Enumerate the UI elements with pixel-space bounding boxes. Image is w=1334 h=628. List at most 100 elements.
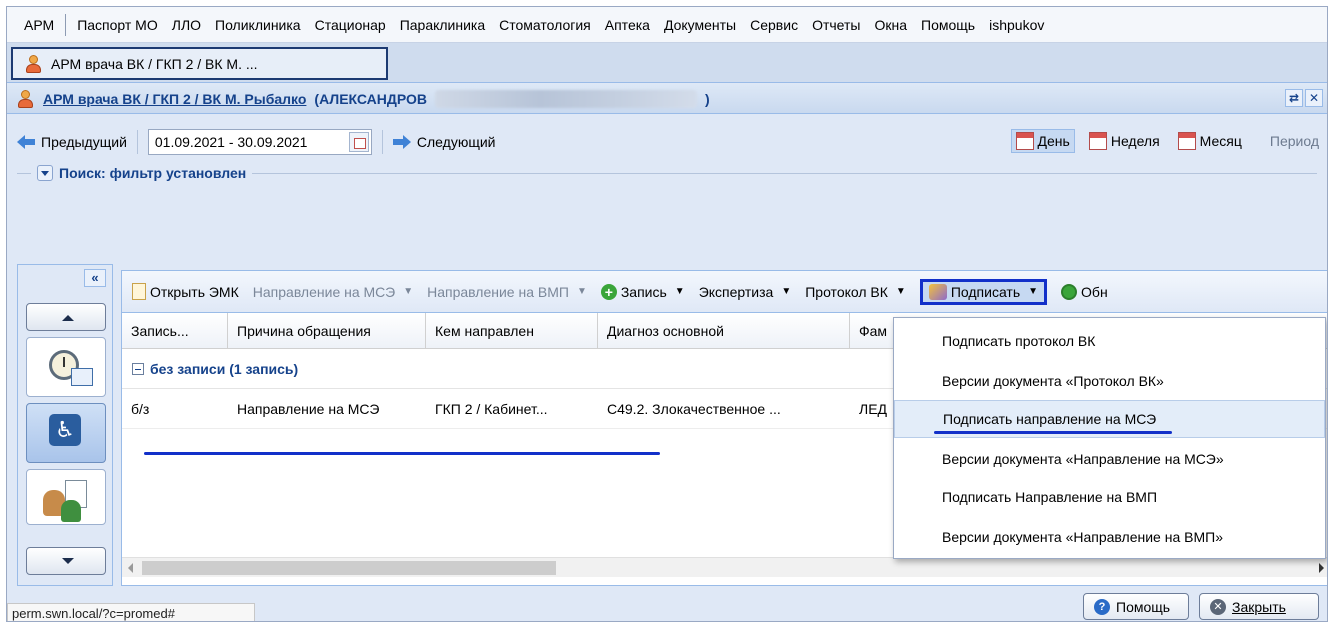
scrollbar-thumb[interactable] (142, 561, 556, 575)
patients-app-button[interactable] (26, 469, 106, 525)
scroll-right-icon[interactable] (1319, 563, 1324, 573)
divider (252, 172, 1317, 174)
next-button[interactable]: Следующий (417, 134, 496, 150)
close-button[interactable]: ✕ Закрыть (1199, 593, 1319, 620)
menu-item-protocol-versions[interactable]: Версии документа «Протокол ВК» (894, 362, 1325, 400)
tab-arm-vk[interactable]: АРМ врача ВК / ГКП 2 / ВК М. ... (11, 47, 388, 80)
chevron-down-icon: ▼ (781, 286, 792, 297)
expertise-button[interactable]: Экспертиза ▼ (699, 284, 792, 300)
menu-item-vmp-versions[interactable]: Версии документа «Направление на ВМП» (894, 518, 1325, 556)
horizontal-scrollbar[interactable] (122, 557, 1327, 577)
previous-button[interactable]: Предыдущий (41, 134, 127, 150)
workplace-link[interactable]: АРМ врача ВК / ГКП 2 / ВК М. Рыбалко (43, 91, 306, 107)
mse-referral-label: Направление на МСЭ (252, 283, 396, 300)
patient-name-suffix: ) (705, 90, 710, 107)
open-emk-label: Открыть ЭМК (150, 283, 239, 300)
expertise-label: Экспертиза (698, 283, 774, 300)
menu-item-user[interactable]: ishpukov (982, 17, 1051, 33)
day-label: День (1037, 133, 1070, 149)
refresh-icon (1061, 283, 1078, 300)
menu-item-pharmacy[interactable]: Аптека (598, 17, 657, 33)
vmp-referral-label: Направление на ВМП (427, 283, 569, 300)
app-window: АРМ Паспорт МО ЛЛО Поликлиника Стационар… (6, 6, 1328, 622)
menu-item-polyclinic[interactable]: Поликлиника (208, 17, 308, 33)
close-label: Закрыть (1232, 598, 1286, 615)
scroll-left-icon[interactable] (128, 563, 133, 573)
refresh-panel-icon[interactable]: ⇄ (1285, 89, 1303, 107)
toolbar-separator (136, 130, 138, 154)
sign-dropdown-menu: Подписать протокол ВК Версии документа «… (893, 317, 1326, 559)
collapse-panel-button[interactable]: « (84, 269, 106, 287)
search-filter-row: Поиск: фильтр установлен (17, 165, 1317, 181)
chevron-down-icon: ▼ (895, 286, 906, 297)
menu-item-paraclinic[interactable]: Параклиника (393, 17, 492, 33)
disability-app-button[interactable]: ♿ (26, 403, 106, 463)
column-header-referred-by[interactable]: Кем направлен (426, 313, 598, 348)
menu-item-dentistry[interactable]: Стоматология (492, 17, 598, 33)
schedule-app-button[interactable] (26, 337, 106, 397)
week-button[interactable]: Неделя (1085, 130, 1164, 152)
scroll-down-button[interactable] (26, 547, 106, 575)
menu-item-reports[interactable]: Отчеты (805, 17, 867, 33)
mse-referral-button[interactable]: Направление на МСЭ ▼ (253, 284, 413, 300)
cell-diagnosis: C49.2. Злокачественное ... (607, 400, 781, 417)
protocol-button[interactable]: Протокол ВК ▼ (805, 284, 906, 300)
search-filter-label[interactable]: Поиск: фильтр установлен (59, 165, 246, 181)
menu-item-llo[interactable]: ЛЛО (165, 17, 208, 33)
document-icon (132, 283, 146, 300)
refresh-label: Обн (1081, 283, 1108, 300)
vmp-referral-button[interactable]: Направление на ВМП ▼ (427, 284, 587, 300)
menu-item-sign-protocol[interactable]: Подписать протокол ВК (894, 322, 1325, 360)
column-header-diagnosis[interactable]: Диагноз основной (598, 313, 850, 348)
annotation-underline (144, 452, 660, 455)
month-button[interactable]: Месяц (1174, 130, 1246, 152)
menu-item-service[interactable]: Сервис (743, 17, 805, 33)
refresh-button[interactable]: Обн (1061, 283, 1108, 300)
day-button[interactable]: День (1010, 129, 1075, 153)
menu-item-passport[interactable]: Паспорт МО (70, 17, 165, 33)
cell-referred-by: ГКП 2 / Кабинет... (435, 400, 548, 417)
panel-titlebar: АРМ врача ВК / ГКП 2 / ВК М. Рыбалко (АЛ… (7, 84, 1327, 114)
help-button[interactable]: ? Помощь (1083, 593, 1189, 620)
chevron-down-icon: ▼ (674, 286, 685, 297)
menu-separator (65, 13, 67, 36)
doctor-icon (23, 54, 43, 74)
group-label: без записи (1 запись) (150, 360, 299, 377)
menu-item-hospital[interactable]: Стационар (308, 17, 393, 33)
column-header-reason[interactable]: Причина обращения (228, 313, 426, 348)
column-header-record[interactable]: Запись... (122, 313, 228, 348)
date-range-field[interactable]: 01.09.2021 - 30.09.2021 (147, 129, 372, 155)
calendar-icon[interactable] (348, 132, 369, 152)
menu-item-arm[interactable]: АРМ (17, 17, 61, 33)
menu-item-sign-vmp[interactable]: Подписать Направление на ВМП (894, 478, 1325, 516)
record-button[interactable]: + Запись ▼ (600, 283, 685, 300)
divider (17, 172, 31, 174)
menu-item-documents[interactable]: Документы (657, 17, 743, 33)
toolbar-separator (381, 130, 383, 154)
scroll-up-button[interactable] (26, 303, 106, 331)
chevron-down-icon: ▼ (403, 286, 414, 297)
menu-item-help[interactable]: Помощь (914, 17, 982, 33)
close-icon[interactable]: ✕ (1305, 89, 1323, 107)
period-button[interactable]: Период (1270, 133, 1319, 149)
menu-item-windows[interactable]: Окна (867, 17, 914, 33)
tab-label: АРМ врача ВК / ГКП 2 / ВК М. ... (51, 55, 258, 72)
close-icon: ✕ (1210, 598, 1226, 615)
add-icon: + (600, 283, 617, 300)
calendar-day-icon (1015, 132, 1034, 150)
window-tabstrip: АРМ врача ВК / ГКП 2 / ВК М. ... (7, 43, 1327, 83)
sign-button[interactable]: Подписать ▼ (919, 278, 1048, 305)
help-label: Помощь (1116, 598, 1171, 615)
status-bar: perm.swn.local/?c=promed# ? Помощь ✕ Зак… (7, 591, 1327, 621)
open-emk-button[interactable]: Открыть ЭМК (132, 283, 239, 300)
period-switcher: День Неделя Месяц Период (1010, 129, 1319, 153)
menu-item-mse-versions[interactable]: Версии документа «Направление на МСЭ» (894, 440, 1325, 478)
collapse-group-icon[interactable] (132, 362, 144, 375)
arrow-right-icon (392, 135, 411, 149)
filter-area: Предыдущий 01.09.2021 - 30.09.2021 Следу… (7, 115, 1327, 257)
month-label: Месяц (1199, 133, 1242, 149)
wheelchair-icon: ♿ (49, 414, 81, 446)
expand-toggle-icon[interactable] (37, 165, 53, 181)
doctor-icon (15, 89, 35, 109)
redacted-patient-name (435, 89, 697, 108)
